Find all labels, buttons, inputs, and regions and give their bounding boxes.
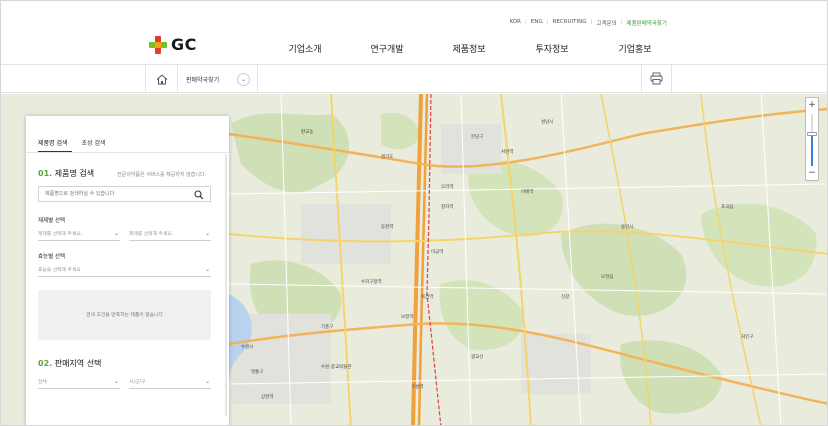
- gc-cross-icon: [149, 35, 167, 54]
- map-label: 정자역: [441, 205, 454, 210]
- divider: [671, 65, 672, 93]
- map-label: 분당구: [471, 135, 484, 140]
- util-separator: |: [620, 19, 623, 25]
- map-label: 구성역: [411, 385, 424, 390]
- map-label: 죽전역: [421, 295, 434, 300]
- divider: [145, 65, 146, 93]
- product-search-input[interactable]: [45, 189, 185, 199]
- tabs-divider: [26, 152, 229, 153]
- home-icon[interactable]: [156, 74, 168, 85]
- map-label: 보정역: [401, 315, 414, 320]
- form-select-2[interactable]: 제제를 선택해 주세요. ⌄: [129, 230, 211, 241]
- region-select-district[interactable]: 시/군/구 ⌄: [129, 378, 211, 389]
- util-link-pharmacy-finder[interactable]: 제품판매약국찾기: [627, 19, 667, 27]
- map-label: 오리역: [441, 185, 454, 190]
- tab-product-name-search[interactable]: 제품명 검색: [38, 138, 68, 147]
- browser-frame: KOR | ENG | RECRUITING | 고객문의 | 제품판매약국찾기 GC …: [0, 0, 828, 426]
- zoom-out-button[interactable]: −: [806, 168, 818, 178]
- map-label: 영통구: [251, 370, 264, 375]
- section-note: 전문의약품은 서비스를 제공하지 않습니다.: [117, 172, 207, 178]
- section-title-text: 제품명 검색: [54, 169, 95, 178]
- zoom-slider-handle[interactable]: [807, 132, 817, 136]
- util-separator: |: [546, 19, 549, 25]
- section-title-product-search: 01. 제품명 검색: [38, 168, 94, 179]
- empty-results-message: 검색 조건을 만족하는 제품이 없습니다: [86, 313, 163, 318]
- util-separator: |: [525, 19, 527, 25]
- section-number: 02.: [38, 359, 53, 368]
- divider: [177, 65, 178, 93]
- site-header: KOR | ENG | RECRUITING | 고객문의 | 제품판매약국찾기 GC …: [1, 1, 827, 65]
- map-zoom-control: + −: [805, 97, 819, 181]
- gc-logo[interactable]: GC: [149, 35, 197, 54]
- panel-scrollbar[interactable]: [225, 154, 227, 416]
- chevron-down-icon: ⌄: [113, 378, 119, 385]
- search-tabs: 제품명 검색 초성 검색: [38, 138, 106, 147]
- nav-item-products[interactable]: 제품정보: [452, 42, 485, 55]
- breadcrumb-bar: 판매약국찾기 ⌄: [1, 65, 827, 93]
- effect-select[interactable]: 효능을 선택해 주세요 ⌄: [38, 266, 211, 277]
- util-separator: |: [590, 19, 593, 25]
- nav-item-investors[interactable]: 투자정보: [535, 42, 568, 55]
- map-label: 용인시: [621, 225, 634, 230]
- map-label: 서현역: [501, 150, 514, 155]
- chevron-down-icon: ⌄: [204, 266, 210, 273]
- form-select-1[interactable]: 제제를 선택해 주세요. ⌄: [38, 230, 120, 241]
- section-title-text: 판매지역 선택: [54, 359, 102, 368]
- map-label: 성남시: [541, 120, 554, 125]
- form-select-1-value: 제제를 선택해 주세요.: [38, 232, 83, 237]
- map-label: 포곡읍: [721, 205, 734, 210]
- util-link-eng[interactable]: ENG: [531, 19, 543, 27]
- chevron-down-icon: ⌄: [113, 230, 119, 237]
- breadcrumb-current: 판매약국찾기: [186, 77, 220, 84]
- region-select-province[interactable]: 전체 ⌄: [38, 378, 120, 389]
- search-panel: 제품명 검색 초성 검색 01. 제품명 검색 전문의약품은 서비스를 제공하지…: [26, 116, 229, 425]
- chevron-down-icon: ⌄: [240, 76, 247, 83]
- zoom-in-button[interactable]: +: [806, 100, 818, 110]
- map-label: 동천역: [381, 225, 394, 230]
- results-empty-box: 검색 조건을 만족하는 제품이 없습니다: [38, 290, 211, 340]
- chevron-down-icon: ⌄: [204, 378, 210, 385]
- logo-text: GC: [171, 35, 197, 54]
- divider: [641, 65, 642, 93]
- effect-field-label: 효능별 선택: [38, 254, 66, 260]
- map-label: 이매역: [521, 190, 534, 195]
- util-link-kor[interactable]: KOR: [510, 19, 521, 27]
- map-label: 광교산: [471, 355, 484, 360]
- map-label: 미금역: [431, 250, 444, 255]
- map-label: 경기도: [381, 155, 394, 160]
- effect-select-value: 효능을 선택해 주세요: [38, 268, 81, 273]
- map-label: 처인구: [741, 335, 754, 340]
- map-label: 수원시: [241, 345, 254, 350]
- tab-initial-search[interactable]: 초성 검색: [82, 138, 106, 147]
- region-select-district-value: 시/군/구: [129, 380, 146, 385]
- map-label: 판교동: [301, 130, 314, 135]
- section-title-region: 02. 판매지역 선택: [38, 358, 101, 369]
- util-link-contact[interactable]: 고객문의: [596, 19, 616, 27]
- map-label: 기흥구: [321, 325, 334, 330]
- map-label: 수지구청역: [361, 280, 382, 285]
- form-field-label: 제제별 선택: [38, 218, 66, 224]
- chevron-down-icon: ⌄: [204, 230, 210, 237]
- map-label: 상현역: [261, 395, 274, 400]
- region-select-province-value: 전체: [38, 380, 47, 385]
- map-label: 모현읍: [601, 275, 614, 280]
- map-label: 신갈: [561, 295, 570, 300]
- breadcrumb-dropdown-button[interactable]: ⌄: [237, 73, 250, 86]
- search-icon[interactable]: [194, 190, 204, 200]
- form-select-2-value: 제제를 선택해 주세요.: [129, 232, 174, 237]
- print-icon[interactable]: [650, 72, 663, 85]
- nav-item-company[interactable]: 기업소개: [288, 42, 321, 55]
- nav-item-pr[interactable]: 기업홍보: [618, 42, 651, 55]
- util-link-recruiting[interactable]: RECRUITING: [553, 19, 587, 27]
- utility-nav: KOR | ENG | RECRUITING | 고객문의 | 제품판매약국찾기: [510, 19, 667, 27]
- map-label: 수원 광교박물관: [321, 365, 352, 370]
- product-search-box: [38, 186, 211, 202]
- nav-item-rnd[interactable]: 연구개발: [370, 42, 403, 55]
- divider: [257, 65, 258, 93]
- section-number: 01.: [38, 169, 53, 178]
- zoom-level-fill: [811, 134, 813, 166]
